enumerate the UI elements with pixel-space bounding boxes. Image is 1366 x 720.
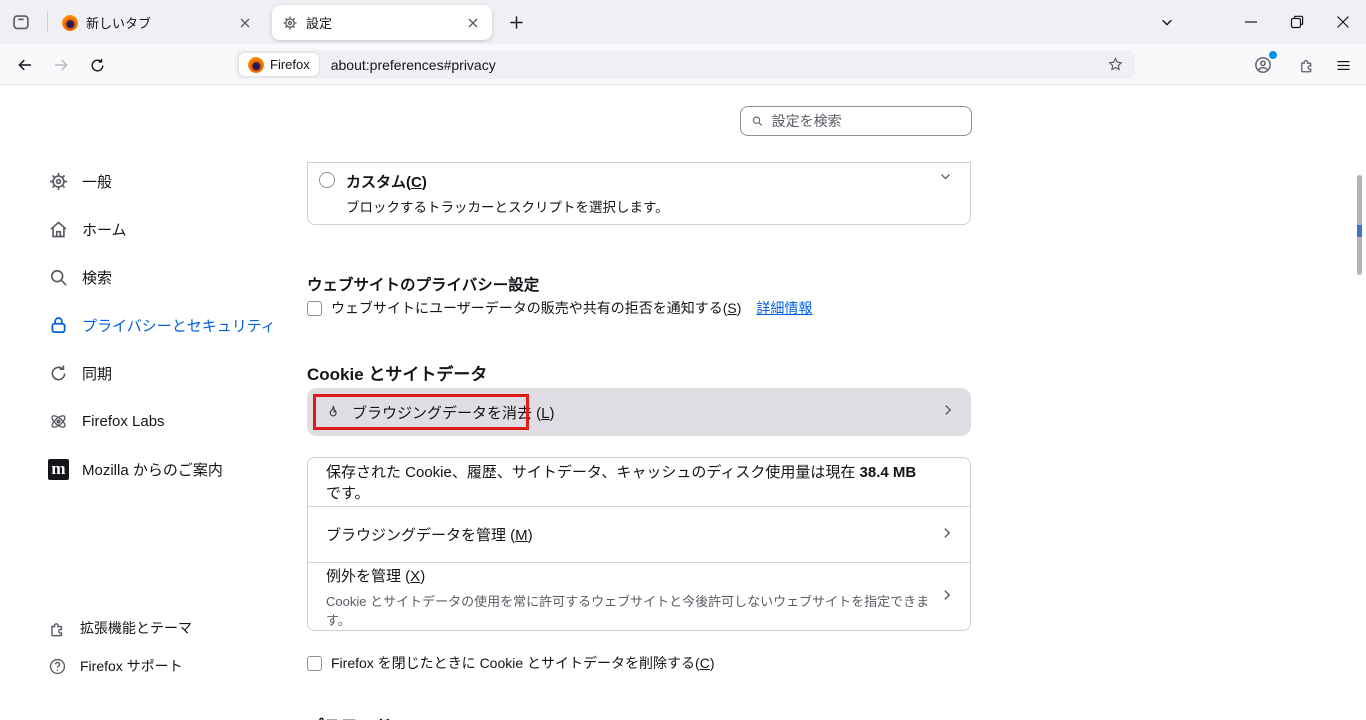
sidebar-item-label: Mozilla からのご案内: [82, 459, 223, 480]
tab-separator: [47, 12, 48, 32]
cookies-group-box: 保存された Cookie、履歴、サイトデータ、キャッシュのディスク使用量は現在 …: [307, 457, 971, 631]
sidebar-item-mozilla[interactable]: m Mozilla からのご案内: [48, 445, 298, 493]
sidebar-item-home[interactable]: ホーム: [48, 205, 298, 253]
forward-button[interactable]: [48, 52, 74, 78]
sidebar-item-label: 拡張機能とテーマ: [80, 618, 192, 638]
sidebar-item-privacy-security[interactable]: プライバシーとセキュリティ: [48, 301, 298, 349]
window-close-button[interactable]: [1329, 8, 1357, 36]
lock-icon: [48, 315, 69, 336]
disk-usage-text: 保存された Cookie、履歴、サイトデータ、キャッシュのディスク使用量は現在 …: [326, 461, 930, 503]
atom-icon: [48, 411, 69, 432]
maximize-button[interactable]: [1283, 8, 1311, 36]
identity-chip[interactable]: Firefox: [239, 53, 319, 76]
custom-radio-label: カスタム(C): [346, 171, 427, 192]
sidebar-item-firefox-labs[interactable]: Firefox Labs: [48, 397, 298, 445]
chevron-down-icon[interactable]: [939, 170, 952, 188]
browser-window: 新しいタブ 設定: [0, 0, 1366, 720]
delete-on-close-row[interactable]: Firefox を閉じたときに Cookie とサイトデータを削除する(C): [307, 654, 715, 672]
chevron-right-icon: [940, 588, 954, 606]
sidebar-item-search[interactable]: 検索: [48, 253, 298, 301]
identity-label: Firefox: [270, 57, 310, 72]
firefox-view-icon[interactable]: [8, 10, 34, 34]
tab-title: 新しいタブ: [86, 13, 236, 32]
list-all-tabs-button[interactable]: [1155, 10, 1179, 34]
extensions-icon[interactable]: [1294, 52, 1320, 78]
manage-exceptions-row[interactable]: 例外を管理 (X) Cookie とサイトデータの使用を常に許可するウェブサイト…: [308, 562, 970, 630]
home-icon: [48, 219, 69, 240]
sync-icon: [48, 363, 69, 384]
chevron-right-icon: [941, 403, 955, 421]
minimize-button[interactable]: [1237, 8, 1265, 36]
gear-icon: [48, 171, 69, 192]
account-button[interactable]: [1250, 52, 1276, 78]
notification-dot: [1269, 51, 1277, 59]
menu-button[interactable]: [1330, 52, 1356, 78]
navigation-bar: Firefox about:preferences#privacy: [0, 44, 1366, 85]
passwords-heading-clipped: パスワード: [307, 712, 392, 720]
sidebar-item-extensions-themes[interactable]: 拡張機能とテーマ: [48, 615, 298, 641]
new-tab-button[interactable]: [504, 10, 528, 34]
disk-usage-row: 保存された Cookie、履歴、サイトデータ、キャッシュのディスク使用量は現在 …: [308, 458, 970, 506]
tab-close-icon[interactable]: [236, 14, 254, 32]
flame-icon: [325, 404, 341, 420]
manage-data-row[interactable]: ブラウジングデータを管理 (M): [308, 506, 970, 562]
firefox-logo-icon: [248, 57, 264, 73]
tab-title: 設定: [306, 13, 464, 32]
settings-search-box[interactable]: [740, 106, 972, 136]
tab-new-tab[interactable]: 新しいタブ: [52, 5, 264, 40]
back-button[interactable]: [12, 52, 38, 78]
custom-radio-description: ブロックするトラッカーとスクリプトを選択します。: [346, 196, 669, 216]
manage-data-label: ブラウジングデータを管理 (M): [326, 524, 533, 545]
sidebar-item-sync[interactable]: 同期: [48, 349, 298, 397]
mozilla-logo-icon: m: [48, 459, 69, 480]
gpc-checkbox-row[interactable]: ウェブサイトにユーザーデータの販売や共有の拒否を通知する(S) 詳細情報: [307, 299, 812, 317]
sidebar-item-firefox-support[interactable]: Firefox サポート: [48, 653, 298, 679]
tracking-custom-option[interactable]: カスタム(C) ブロックするトラッカーとスクリプトを選択します。: [307, 162, 971, 225]
gpc-checkbox-label: ウェブサイトにユーザーデータの販売や共有の拒否を通知する(S): [331, 298, 741, 318]
manage-exceptions-description: Cookie とサイトデータの使用を常に許可するウェブサイトと今後許可しないウェ…: [326, 591, 930, 629]
question-icon: [48, 657, 67, 676]
sidebar-item-label: Firefox Labs: [82, 413, 165, 430]
clear-browsing-data-button[interactable]: ブラウジングデータを消去 (L): [307, 388, 971, 436]
sidebar-item-label: 同期: [82, 363, 112, 384]
manage-exceptions-label: 例外を管理 (X): [326, 565, 425, 586]
reload-button[interactable]: [84, 52, 110, 78]
website-privacy-heading: ウェブサイトのプライバシー設定: [307, 273, 539, 295]
tab-settings[interactable]: 設定: [272, 5, 492, 40]
learn-more-link[interactable]: 詳細情報: [756, 298, 812, 318]
gear-icon: [282, 15, 298, 31]
sidebar-item-label: Firefox サポート: [80, 656, 183, 676]
search-icon: [48, 267, 69, 288]
sidebar-item-label: 一般: [82, 171, 112, 192]
custom-radio[interactable]: [319, 172, 335, 188]
puzzle-icon: [48, 619, 67, 638]
search-icon: [751, 114, 764, 128]
scrollbar-highlight-mark: [1357, 225, 1362, 237]
url-text: about:preferences#privacy: [331, 57, 496, 73]
url-bar[interactable]: Firefox about:preferences#privacy: [235, 50, 1135, 79]
delete-on-close-label: Firefox を閉じたときに Cookie とサイトデータを削除する(C): [331, 653, 715, 673]
sidebar-item-label: プライバシーとセキュリティ: [82, 315, 276, 336]
delete-on-close-checkbox[interactable]: [307, 656, 322, 671]
firefox-logo-icon: [62, 15, 78, 31]
tab-close-icon[interactable]: [464, 14, 482, 32]
gpc-checkbox[interactable]: [307, 301, 322, 316]
tab-bar: 新しいタブ 設定: [0, 0, 1366, 44]
settings-search-input[interactable]: [772, 113, 961, 129]
disk-usage-value: 38.4 MB: [860, 464, 917, 481]
bookmark-star-icon[interactable]: [1105, 55, 1125, 75]
chevron-right-icon: [940, 526, 954, 544]
cookies-heading: Cookie とサイトデータ: [307, 360, 487, 385]
sidebar-item-label: 検索: [82, 267, 112, 288]
sidebar-item-label: ホーム: [82, 219, 127, 240]
sidebar-item-general[interactable]: 一般: [48, 157, 298, 205]
clear-browsing-data-label: ブラウジングデータを消去 (L): [352, 402, 555, 423]
